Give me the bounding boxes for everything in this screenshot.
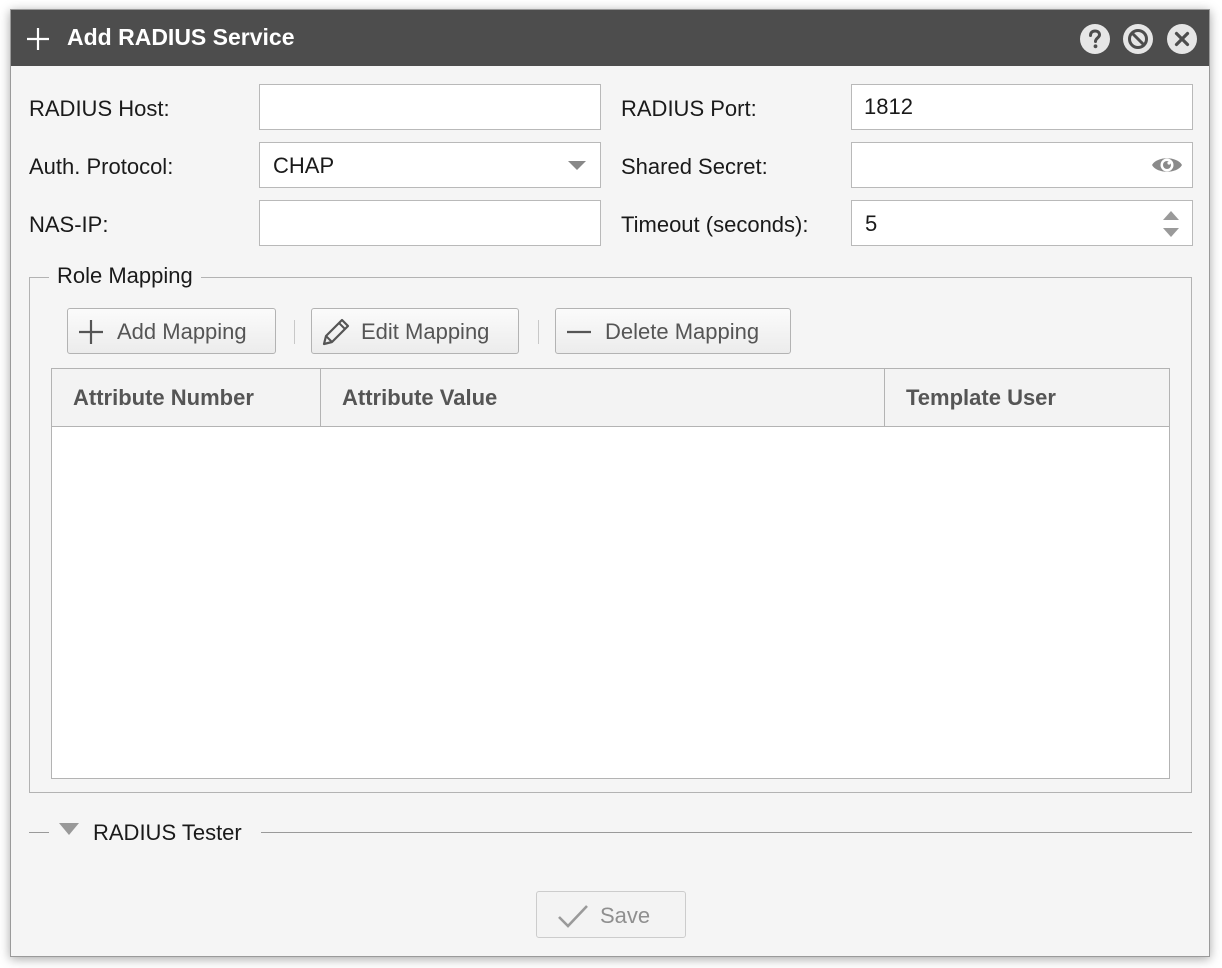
nas-ip-input[interactable] (259, 200, 601, 246)
column-header-attribute-number[interactable]: Attribute Number (52, 369, 320, 426)
edit-mapping-button[interactable]: Edit Mapping (311, 308, 519, 354)
save-label: Save (600, 903, 651, 928)
checkmark-icon (558, 905, 588, 928)
role-mapping-grid: Attribute Number Attribute Value Templat… (51, 368, 1170, 779)
auth-protocol-label: Auth. Protocol: (29, 154, 174, 179)
no-entry-icon (1128, 29, 1148, 49)
question-circle-icon (1089, 29, 1102, 49)
chevron-down-icon (568, 161, 586, 170)
delete-mapping-button[interactable]: Delete Mapping (555, 308, 791, 354)
auth-protocol-select[interactable]: CHAP (259, 142, 601, 188)
shared-secret-field (851, 142, 1193, 188)
toolbar-separator (538, 320, 539, 344)
close-button[interactable] (1167, 24, 1197, 54)
radius-tester-toggle[interactable]: RADIUS Tester (93, 820, 242, 846)
shared-secret-input[interactable] (852, 143, 1142, 187)
grid-body[interactable] (52, 427, 1169, 778)
add-mapping-label: Add Mapping (117, 319, 247, 344)
radius-host-label: RADIUS Host: (29, 96, 170, 121)
pencil-icon (322, 318, 350, 346)
dialog-titlebar[interactable]: Add RADIUS Service (11, 10, 1209, 66)
grid-header: Attribute Number Attribute Value Templat… (52, 369, 1169, 427)
radius-host-input[interactable] (259, 84, 601, 130)
timeout-label: Timeout (seconds): (621, 212, 809, 237)
save-button[interactable]: Save (536, 891, 686, 938)
divider-line (29, 832, 49, 833)
column-header-attribute-value[interactable]: Attribute Value (321, 369, 884, 426)
add-mapping-button[interactable]: Add Mapping (67, 308, 276, 354)
dialog-title: Add RADIUS Service (67, 24, 295, 50)
auth-protocol-value: CHAP (273, 153, 335, 178)
role-mapping-legend: Role Mapping (49, 263, 201, 289)
expand-triangle-icon[interactable] (59, 822, 79, 836)
shared-secret-label: Shared Secret: (621, 154, 768, 179)
minus-icon (567, 330, 591, 334)
radius-port-label: RADIUS Port: (621, 96, 757, 121)
delete-mapping-label: Delete Mapping (605, 319, 760, 344)
disable-button[interactable] (1123, 24, 1153, 54)
toolbar-separator (294, 320, 295, 344)
help-button[interactable] (1080, 24, 1110, 54)
add-icon (27, 28, 49, 50)
close-icon (1174, 31, 1190, 47)
add-radius-service-dialog: Add RADIUS Service RADIUS Host: RADIUS P… (10, 9, 1210, 957)
divider-line (261, 832, 1192, 833)
timeout-field[interactable]: 5 (851, 200, 1193, 246)
nas-ip-label: NAS-IP: (29, 212, 109, 237)
plus-icon (79, 320, 103, 344)
timeout-value: 5 (865, 211, 878, 236)
radius-port-input[interactable] (851, 84, 1193, 130)
edit-mapping-label: Edit Mapping (361, 319, 490, 344)
column-header-template-user[interactable]: Template User (885, 369, 1169, 426)
eye-icon[interactable] (1150, 153, 1184, 177)
spinner-arrows-icon[interactable] (1162, 210, 1180, 238)
